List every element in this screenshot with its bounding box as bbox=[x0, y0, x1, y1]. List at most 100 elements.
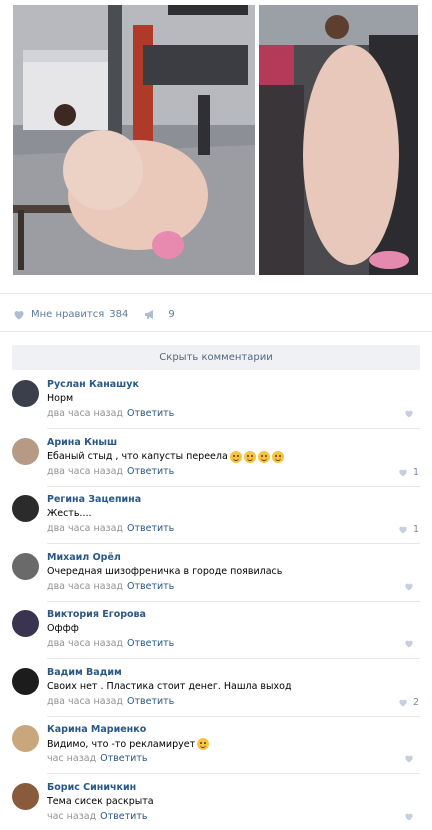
avatar[interactable] bbox=[12, 380, 39, 407]
emoji-icon bbox=[271, 450, 284, 463]
post-actions: Мне нравится 384 9 bbox=[13, 306, 175, 322]
comment-text-content: Ебаный стыд , что капусты переела bbox=[47, 451, 228, 462]
comment-item: Регина Зацепина Жесть.... два часа назад… bbox=[0, 487, 432, 544]
comment-author[interactable]: Виктория Егорова bbox=[47, 609, 146, 620]
comment-text: Очередная шизофреничка в городе появилас… bbox=[47, 566, 282, 577]
photo-tram-woman[interactable] bbox=[259, 5, 418, 275]
comment-time[interactable]: два часа назад bbox=[47, 408, 123, 419]
heart-icon bbox=[405, 813, 413, 821]
comment-text: Норм bbox=[47, 393, 73, 404]
comment-author[interactable]: Карина Мариенко bbox=[47, 724, 146, 735]
comment-like-button[interactable] bbox=[404, 409, 419, 418]
comment-like-button[interactable] bbox=[404, 639, 419, 648]
reply-button[interactable]: Ответить bbox=[127, 408, 174, 419]
comment-like-button[interactable]: 1 bbox=[398, 524, 419, 535]
reply-button[interactable]: Ответить bbox=[127, 523, 174, 534]
comment-item: Руслан Канашук Норм два часа назад Ответи… bbox=[0, 372, 432, 429]
photo-platform-woman[interactable] bbox=[13, 5, 255, 275]
comment-text-content: Своих нет . Пластика стоит денег. Нашла … bbox=[47, 680, 292, 692]
share-count: 9 bbox=[168, 308, 175, 320]
comment-item: Михаил Орёл Очередная шизофреничка в гор… bbox=[0, 545, 432, 602]
comment-like-button[interactable] bbox=[404, 812, 419, 821]
comment-like-button[interactable]: 2 bbox=[398, 697, 419, 708]
emoji-icon bbox=[229, 450, 242, 463]
comment-meta: два часа назад Ответить bbox=[47, 581, 174, 592]
avatar[interactable] bbox=[12, 437, 39, 465]
heart-icon bbox=[405, 755, 413, 763]
emoji-icon bbox=[243, 450, 256, 463]
comment-item: Виктория Егорова Оффф два часа назад Отве… bbox=[0, 602, 432, 659]
comment-meta: час назад Ответить bbox=[47, 811, 147, 822]
post-photos bbox=[13, 5, 418, 275]
avatar[interactable] bbox=[12, 782, 39, 810]
comment-meta: два часа назад Ответить bbox=[47, 523, 174, 534]
avatar[interactable] bbox=[12, 667, 39, 695]
comment-author[interactable]: Михаил Орёл bbox=[47, 552, 121, 563]
comment-text-content: Очередная шизофреничка в городе появилас… bbox=[47, 565, 283, 577]
comment-text: Оффф bbox=[47, 623, 79, 634]
comment-text-content: Оффф bbox=[47, 623, 79, 634]
comment-text: Своих нет . Пластика стоит денег. Нашла … bbox=[47, 681, 292, 692]
comment-meta: час назад Ответить bbox=[47, 753, 147, 764]
avatar[interactable] bbox=[12, 610, 39, 637]
reply-button[interactable]: Ответить bbox=[127, 696, 174, 707]
comment-meta: два часа назад Ответить bbox=[47, 466, 174, 477]
comment-like-button[interactable]: 1 bbox=[398, 467, 419, 478]
share-button[interactable]: 9 bbox=[144, 308, 175, 320]
reply-button[interactable]: Ответить bbox=[127, 638, 174, 649]
comment-text-content: Тема сисек раскрыта bbox=[47, 795, 154, 807]
comment-text: Видимо, что -то рекламирует bbox=[47, 738, 210, 750]
emoji-icon bbox=[197, 738, 210, 750]
comment-item: Вадим Вадим Своих нет . Пластика стоит д… bbox=[0, 660, 432, 717]
comment-author[interactable]: Вадим Вадим bbox=[47, 667, 122, 678]
heart-icon bbox=[399, 469, 407, 477]
reply-button[interactable]: Ответить bbox=[127, 581, 174, 592]
comment-time[interactable]: два часа назад bbox=[47, 638, 123, 649]
like-count: 384 bbox=[109, 308, 129, 320]
comment-text-content: Жесть.... bbox=[47, 508, 92, 519]
avatar[interactable] bbox=[12, 725, 39, 752]
comment-text: Жесть.... bbox=[47, 508, 92, 519]
comment-author[interactable]: Борис Синичкин bbox=[47, 782, 136, 793]
avatar[interactable] bbox=[12, 552, 39, 580]
megaphone-icon bbox=[145, 309, 154, 319]
like-button[interactable]: Мне нравится 384 bbox=[13, 309, 128, 320]
comment-like-count: 1 bbox=[412, 466, 419, 478]
heart-icon bbox=[399, 526, 407, 534]
heart-icon bbox=[14, 310, 24, 319]
comment-item: Борис Синичкин Тема сисек раскрыта час н… bbox=[0, 775, 432, 830]
heart-icon bbox=[399, 699, 407, 707]
comment-like-count: 2 bbox=[412, 696, 419, 708]
hide-comments-button[interactable]: Скрыть комментарии bbox=[12, 345, 420, 370]
comment-text: Ебаный стыд , что капусты переела bbox=[47, 450, 284, 463]
comment-item: Арина Кныш Ебаный стыд , что капусты пер… bbox=[0, 430, 432, 487]
comment-text-content: Норм bbox=[47, 393, 74, 404]
comment-time[interactable]: два часа назад bbox=[47, 581, 123, 592]
comment-time[interactable]: час назад bbox=[47, 753, 96, 764]
comment-time[interactable]: два часа назад bbox=[47, 466, 123, 477]
comment-item: Карина Мариенко Видимо, что -то рекламир… bbox=[0, 717, 432, 774]
comment-time[interactable]: два часа назад bbox=[47, 523, 123, 534]
reply-button[interactable]: Ответить bbox=[100, 811, 147, 822]
heart-icon bbox=[405, 640, 413, 648]
reply-button[interactable]: Ответить bbox=[100, 753, 147, 764]
comment-meta: два часа назад Ответить bbox=[47, 408, 174, 419]
comment-author[interactable]: Регина Зацепина bbox=[47, 494, 141, 505]
divider bbox=[0, 293, 432, 294]
comment-author[interactable]: Арина Кныш bbox=[47, 437, 117, 448]
comment-time[interactable]: два часа назад bbox=[47, 696, 123, 707]
comment-author[interactable]: Руслан Канашук bbox=[47, 379, 139, 390]
comment-time[interactable]: час назад bbox=[47, 811, 96, 822]
heart-icon bbox=[405, 583, 413, 591]
comment-text: Тема сисек раскрыта bbox=[47, 796, 154, 807]
divider bbox=[0, 331, 432, 332]
comment-meta: два часа назад Ответить bbox=[47, 696, 174, 707]
avatar[interactable] bbox=[12, 495, 39, 522]
comment-like-count: 1 bbox=[412, 524, 419, 535]
emoji-icon bbox=[257, 450, 270, 463]
reply-button[interactable]: Ответить bbox=[127, 466, 174, 477]
comment-text-content: Видимо, что -то рекламирует bbox=[47, 738, 196, 750]
comment-like-button[interactable] bbox=[404, 582, 419, 591]
comment-like-button[interactable] bbox=[404, 754, 419, 763]
like-label: Мне нравится bbox=[31, 308, 105, 320]
